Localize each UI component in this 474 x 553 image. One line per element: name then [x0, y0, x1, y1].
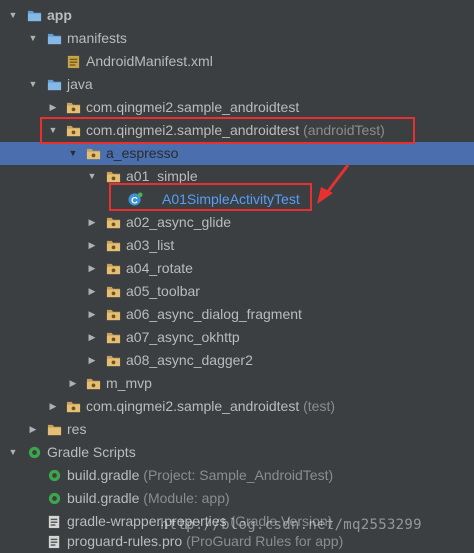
tree-node-build-gradle-project[interactable]: build.gradle (Project: Sample_AndroidTes…: [0, 464, 474, 487]
package-icon: [86, 376, 101, 391]
triangle-right-icon[interactable]: ▶: [86, 349, 98, 372]
package-icon: [106, 353, 121, 368]
tree-node-package-main[interactable]: ▶ com.qingmei2.sample_androidtest: [0, 96, 474, 119]
tree-node-a03[interactable]: ▶ a03_list: [0, 234, 474, 257]
watermark-text: http://blog.csdn.net/mq2553299: [160, 517, 422, 533]
annotation-box-android-test-package: [40, 117, 415, 144]
tree-node-label: proguard-rules.pro (ProGuard Rules for a…: [67, 533, 344, 549]
tree-node-label: build.gradle (Project: Sample_AndroidTes…: [67, 467, 334, 483]
tree-node-a06[interactable]: ▶ a06_async_dialog_fragment: [0, 303, 474, 326]
folder-icon: [47, 31, 62, 46]
package-icon: [106, 238, 121, 253]
gradle-icon: [27, 445, 42, 460]
triangle-right-icon[interactable]: ▶: [47, 96, 59, 119]
package-icon: [106, 215, 121, 230]
tree-node-a07[interactable]: ▶ a07_async_okhttp: [0, 326, 474, 349]
tree-node-java[interactable]: ▼ java: [0, 73, 474, 96]
tree-node-label: m_mvp: [106, 375, 152, 391]
tree-node-a-espresso[interactable]: ▼ a_espresso: [0, 142, 474, 165]
tree-node-label: build.gradle (Module: app): [67, 490, 230, 506]
gradle-icon: [47, 468, 62, 483]
folder-icon: [47, 77, 62, 92]
triangle-right-icon[interactable]: ▶: [86, 234, 98, 257]
triangle-right-icon[interactable]: ▶: [67, 372, 79, 395]
triangle-right-icon[interactable]: ▶: [27, 418, 39, 441]
package-icon: [66, 399, 81, 414]
triangle-down-icon[interactable]: ▼: [7, 441, 19, 464]
module-folder-icon: [27, 8, 42, 23]
package-icon: [66, 100, 81, 115]
tree-node-label: com.qingmei2.sample_androidtest (test): [86, 398, 336, 414]
tree-node-label: a02_async_glide: [126, 214, 232, 230]
tree-node-label: a06_async_dialog_fragment: [126, 306, 302, 322]
package-icon: [106, 169, 121, 184]
tree-node-label: app: [47, 7, 72, 23]
tree-node-hint: (test): [303, 398, 336, 414]
annotation-box-test-class: [109, 183, 312, 211]
triangle-down-icon[interactable]: ▼: [27, 73, 39, 96]
tree-node-gradle-scripts[interactable]: ▼ Gradle Scripts: [0, 441, 474, 464]
triangle-right-icon[interactable]: ▶: [86, 257, 98, 280]
tree-node-manifests[interactable]: ▼ manifests: [0, 27, 474, 50]
package-icon: [106, 284, 121, 299]
tree-node-label: res: [67, 421, 87, 437]
tree-node-a04[interactable]: ▶ a04_rotate: [0, 257, 474, 280]
tree-node-package-test[interactable]: ▶ com.qingmei2.sample_androidtest (test): [0, 395, 474, 418]
triangle-down-icon[interactable]: ▼: [7, 4, 19, 27]
tree-node-label: manifests: [67, 30, 127, 46]
manifest-file-icon: [66, 54, 81, 69]
triangle-down-icon[interactable]: ▼: [67, 142, 79, 165]
tree-node-label: a05_toolbar: [126, 283, 200, 299]
project-tree: ▼ app ▼ manifests AndroidManifest.xml ▼ …: [0, 0, 474, 553]
tree-node-res[interactable]: ▶ res: [0, 418, 474, 441]
tree-node-build-gradle-module[interactable]: build.gradle (Module: app): [0, 487, 474, 510]
folder-icon: [47, 422, 62, 437]
triangle-right-icon[interactable]: ▶: [86, 326, 98, 349]
properties-file-icon: [47, 534, 62, 549]
triangle-right-icon[interactable]: ▶: [86, 211, 98, 234]
tree-node-app[interactable]: ▼ app: [0, 4, 474, 27]
tree-node-label: a_espresso: [106, 145, 179, 161]
tree-node-label: a04_rotate: [126, 260, 193, 276]
properties-file-icon: [47, 514, 62, 529]
triangle-right-icon[interactable]: ▶: [86, 303, 98, 326]
tree-node-hint: (Module: app): [143, 490, 230, 506]
tree-node-label: a08_async_dagger2: [126, 352, 253, 368]
triangle-right-icon[interactable]: ▶: [86, 280, 98, 303]
package-icon: [106, 307, 121, 322]
triangle-down-icon[interactable]: ▼: [27, 27, 39, 50]
tree-node-hint: (ProGuard Rules for app): [186, 533, 344, 549]
tree-node-label: Gradle Scripts: [47, 444, 136, 460]
tree-node-m-mvp[interactable]: ▶ m_mvp: [0, 372, 474, 395]
tree-node-label: AndroidManifest.xml: [86, 53, 213, 69]
tree-node-android-manifest[interactable]: AndroidManifest.xml: [0, 50, 474, 73]
tree-node-hint: (Project: Sample_AndroidTest): [143, 467, 334, 483]
tree-node-label: a07_async_okhttp: [126, 329, 240, 345]
package-icon: [106, 261, 121, 276]
tree-node-a05[interactable]: ▶ a05_toolbar: [0, 280, 474, 303]
annotation-arrow-icon: [317, 164, 350, 204]
tree-node-label: java: [67, 76, 93, 92]
tree-node-a08[interactable]: ▶ a08_async_dagger2: [0, 349, 474, 372]
package-icon: [86, 146, 101, 161]
triangle-right-icon[interactable]: ▶: [47, 395, 59, 418]
tree-node-proguard[interactable]: proguard-rules.pro (ProGuard Rules for a…: [0, 530, 474, 553]
tree-node-label: a03_list: [126, 237, 175, 253]
triangle-down-icon[interactable]: ▼: [86, 165, 98, 188]
tree-node-label: com.qingmei2.sample_androidtest: [86, 99, 300, 115]
package-icon: [106, 330, 121, 345]
tree-node-a02[interactable]: ▶ a02_async_glide: [0, 211, 474, 234]
gradle-icon: [47, 491, 62, 506]
